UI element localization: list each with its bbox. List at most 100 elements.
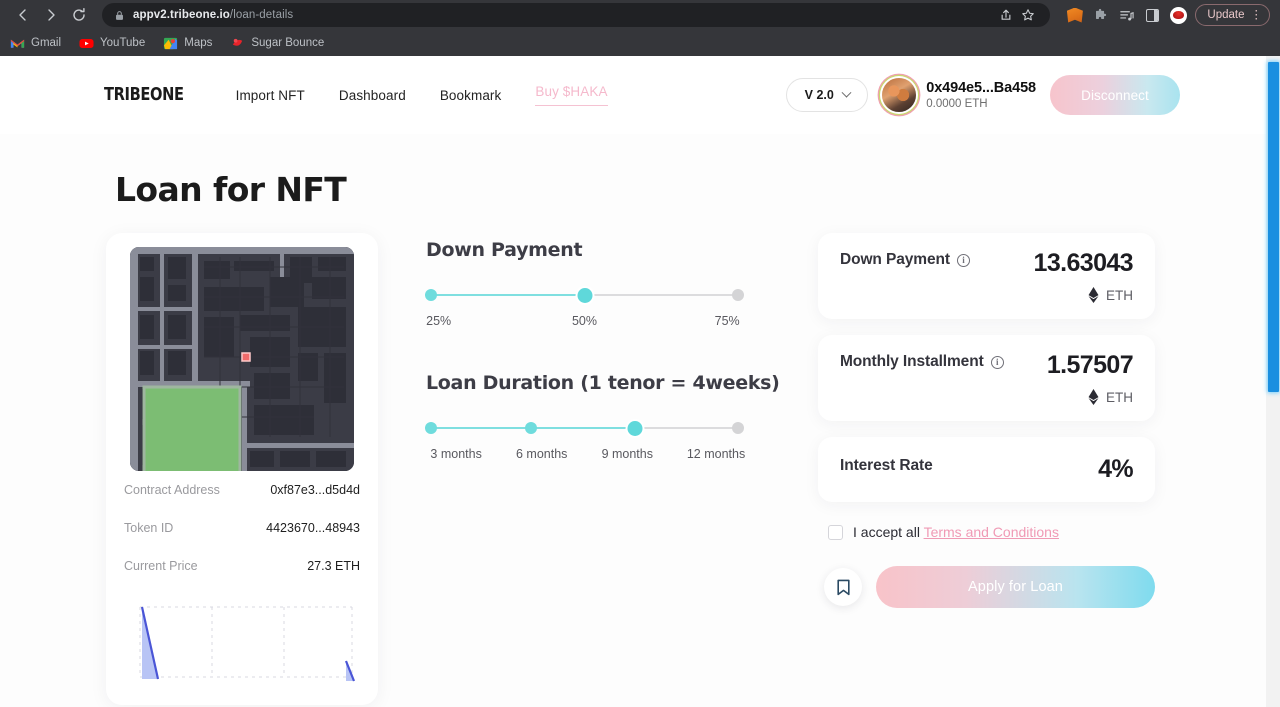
- apply-row: Apply for Loan: [824, 566, 1155, 608]
- site-header: TRIBEONE Import NFT Dashboard Bookmark B…: [0, 56, 1280, 134]
- bookmark-sugar-bounce[interactable]: Sugar Bounce: [230, 36, 324, 51]
- bookmark-button[interactable]: [824, 568, 862, 606]
- reload-icon[interactable]: [66, 2, 92, 28]
- summary-value: 13.63043: [1033, 249, 1134, 277]
- tick-label: 12 months: [686, 447, 746, 461]
- scrollbar-thumb[interactable]: [1268, 62, 1279, 392]
- slider-knob-25[interactable]: [424, 289, 437, 301]
- info-icon[interactable]: i: [956, 253, 970, 267]
- summary-label-wrap: Monthly Installment i: [840, 353, 1004, 371]
- slider-knob-6-months[interactable]: [524, 422, 537, 434]
- ethereum-icon: [1088, 389, 1099, 405]
- back-icon[interactable]: [10, 2, 36, 28]
- ethereum-icon: [1088, 287, 1099, 303]
- lips-extension-icon[interactable]: [1170, 6, 1188, 24]
- nft-preview-image[interactable]: [130, 247, 354, 471]
- slider-knob-12-months[interactable]: [732, 422, 745, 434]
- apply-for-loan-button[interactable]: Apply for Loan: [876, 566, 1155, 608]
- nav-item-dashboard[interactable]: Dashboard: [339, 88, 406, 103]
- tick-label: 9 months: [601, 447, 653, 461]
- loan-options: Down Payment 25% 50% 75% Loan Duration (…: [378, 233, 780, 505]
- version-selector[interactable]: V 2.0: [786, 78, 869, 112]
- main-nav: Import NFT Dashboard Bookmark Buy $HAKA: [236, 84, 608, 106]
- nft-detail-key: Contract Address: [124, 483, 220, 497]
- sugar-bounce-icon: [233, 38, 243, 46]
- down-payment-block: Down Payment 25% 50% 75%: [424, 239, 780, 332]
- summary-row: Down Payment i 13.63043: [840, 249, 1134, 277]
- summary-label: Interest Rate: [840, 457, 933, 474]
- nft-detail-row: Current Price 27.3 ETH: [120, 547, 364, 585]
- main-content: Contract Address 0xf87e3...d5d4d Token I…: [0, 233, 1280, 705]
- omnibox-actions: [996, 5, 1038, 25]
- side-panel-icon[interactable]: [1144, 7, 1161, 24]
- disconnect-button[interactable]: Disconnect: [1050, 75, 1180, 115]
- down-payment-title: Down Payment: [426, 239, 583, 261]
- bookmark-label: Gmail: [31, 37, 62, 49]
- version-label: V 2.0: [804, 88, 834, 102]
- share-icon[interactable]: [996, 5, 1016, 25]
- nft-detail-value: 27.3 ETH: [307, 559, 360, 573]
- wallet-address: 0x494e5...Ba458: [926, 79, 1036, 96]
- nav-item-bookmark[interactable]: Bookmark: [440, 88, 502, 103]
- metamask-extension-icon[interactable]: [1066, 7, 1083, 24]
- update-button[interactable]: Update ⋮: [1195, 4, 1270, 26]
- update-label: Update: [1207, 9, 1245, 21]
- terms-row: I accept all Terms and Conditions: [828, 524, 1155, 540]
- wallet-balance: 0.0000 ETH: [926, 97, 988, 110]
- accept-terms-checkbox[interactable]: [828, 524, 843, 540]
- info-icon[interactable]: i: [990, 355, 1004, 369]
- slider-knob-3-months[interactable]: [424, 422, 437, 434]
- loan-duration-title: Loan Duration (1 tenor = 4weeks): [426, 372, 780, 394]
- summary-label: Down Payment: [840, 251, 950, 268]
- bookmark-icon: [836, 579, 850, 595]
- summary-unit-row: ETH: [840, 389, 1133, 405]
- nav-item-buy-shaka[interactable]: Buy $HAKA: [535, 84, 608, 106]
- bookmarks-bar: Gmail YouTube Maps Sugar Bounce: [0, 30, 1280, 56]
- tick-label: 6 months: [515, 447, 568, 461]
- address-bar[interactable]: appv2.tribeone.io/loan-details: [102, 3, 1051, 27]
- summary-unit: ETH: [1106, 389, 1133, 405]
- wallet-info[interactable]: 0x494e5...Ba458 0.0000 ETH: [882, 78, 1036, 112]
- slider-knob-9-months[interactable]: [627, 420, 643, 436]
- extensions-puzzle-icon[interactable]: [1092, 7, 1109, 24]
- nav-item-import-nft[interactable]: Import NFT: [236, 88, 305, 103]
- bookmark-maps[interactable]: Maps: [163, 36, 212, 51]
- terms-and-conditions-link[interactable]: Terms and Conditions: [924, 524, 1059, 540]
- loan-duration-block: Loan Duration (1 tenor = 4weeks) 3 month…: [424, 372, 780, 465]
- browser-menu-icon[interactable]: ⋮: [1251, 9, 1263, 21]
- header-right: V 2.0 0x494e5...Ba458 0.0000 ETH Disconn…: [786, 75, 1180, 115]
- tick-label: 25%: [426, 314, 452, 328]
- gmail-icon: [10, 39, 25, 48]
- google-maps-icon: [164, 37, 178, 49]
- price-history-chart: [132, 599, 382, 699]
- url-text: appv2.tribeone.io/loan-details: [133, 9, 293, 21]
- page-title: Loan for NFT: [115, 170, 347, 209]
- summary-card-monthly-installment: Monthly Installment i 1.57507 ETH: [818, 335, 1155, 421]
- nft-detail-row: Token ID 4423670...48943: [120, 509, 364, 547]
- slider-knob-50[interactable]: [577, 287, 592, 303]
- nft-detail-value: 4423670...48943: [266, 521, 360, 535]
- nft-detail-value: 0xf87e3...d5d4d: [270, 483, 360, 497]
- bookmark-youtube[interactable]: YouTube: [79, 36, 145, 51]
- reading-list-icon[interactable]: [1118, 7, 1135, 24]
- summary-card-down-payment: Down Payment i 13.63043 ETH: [818, 233, 1155, 319]
- scrollbar-track[interactable]: [1266, 56, 1280, 707]
- loan-duration-slider[interactable]: [424, 420, 745, 436]
- url-domain: appv2.tribeone.io: [133, 9, 230, 21]
- nft-card: Contract Address 0xf87e3...d5d4d Token I…: [106, 233, 378, 705]
- bookmark-star-icon[interactable]: [1018, 5, 1038, 25]
- summary-unit: ETH: [1106, 287, 1133, 303]
- tick-label: 75%: [714, 314, 740, 328]
- nft-detail-key: Current Price: [124, 559, 198, 573]
- page-viewport: TRIBEONE Import NFT Dashboard Bookmark B…: [0, 56, 1280, 707]
- site-logo[interactable]: TRIBEONE: [104, 85, 184, 105]
- bookmark-gmail[interactable]: Gmail: [10, 36, 61, 51]
- bookmark-label: Maps: [184, 37, 213, 49]
- forward-icon[interactable]: [38, 2, 64, 28]
- summary-label: Monthly Installment: [840, 353, 984, 370]
- nft-detail-row: Contract Address 0xf87e3...d5d4d: [120, 471, 364, 509]
- terms-text: I accept all Terms and Conditions: [853, 524, 1059, 540]
- slider-knob-75[interactable]: [732, 289, 745, 301]
- tick-label: 50%: [571, 314, 598, 328]
- down-payment-slider[interactable]: [424, 287, 745, 303]
